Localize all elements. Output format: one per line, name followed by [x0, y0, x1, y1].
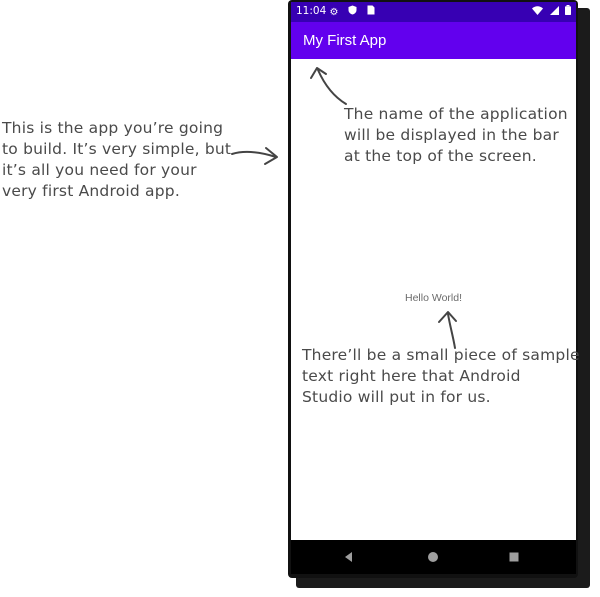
arrow-to-phone-icon [231, 147, 278, 165]
annotation-line: The name of the application [344, 105, 568, 123]
app-title: My First App [303, 32, 387, 49]
gear-icon: ⚙ [329, 7, 339, 18]
sample-text: Hello World! [405, 292, 462, 304]
battery-icon [565, 5, 571, 18]
app-bar: My First App [291, 22, 576, 59]
annotation-line: at the top of the screen. [344, 147, 537, 165]
annotation-app-overview: This is the app you’re going to build. I… [2, 118, 231, 202]
annotation-sample-text: There’ll be a small piece of sample text… [302, 345, 580, 408]
arrow-to-sample-text-icon [438, 311, 457, 349]
navigation-bar [291, 540, 576, 574]
annotation-line: text right here that Android [302, 367, 521, 385]
shield-icon [347, 5, 357, 18]
annotation-app-name: The name of the application will be disp… [344, 104, 568, 167]
annotation-line: it’s all you need for your [2, 161, 197, 179]
status-bar: 11:04 ⚙ [291, 2, 576, 22]
annotation-line: very first Android app. [2, 182, 180, 200]
home-icon[interactable] [426, 550, 440, 564]
annotation-line: There’ll be a small piece of sample [302, 346, 580, 364]
annotation-line: Studio will put in for us. [302, 388, 491, 406]
annotation-line: This is the app you’re going [2, 119, 224, 137]
status-time: 11:04 [296, 5, 327, 17]
sim-icon [366, 5, 376, 18]
recents-icon[interactable] [507, 550, 521, 564]
annotation-line: to build. It’s very simple, but [2, 140, 232, 158]
back-icon[interactable] [342, 550, 356, 564]
annotation-line: will be displayed in the bar [344, 126, 559, 144]
wifi-icon [532, 6, 544, 18]
signal-icon [549, 6, 559, 18]
